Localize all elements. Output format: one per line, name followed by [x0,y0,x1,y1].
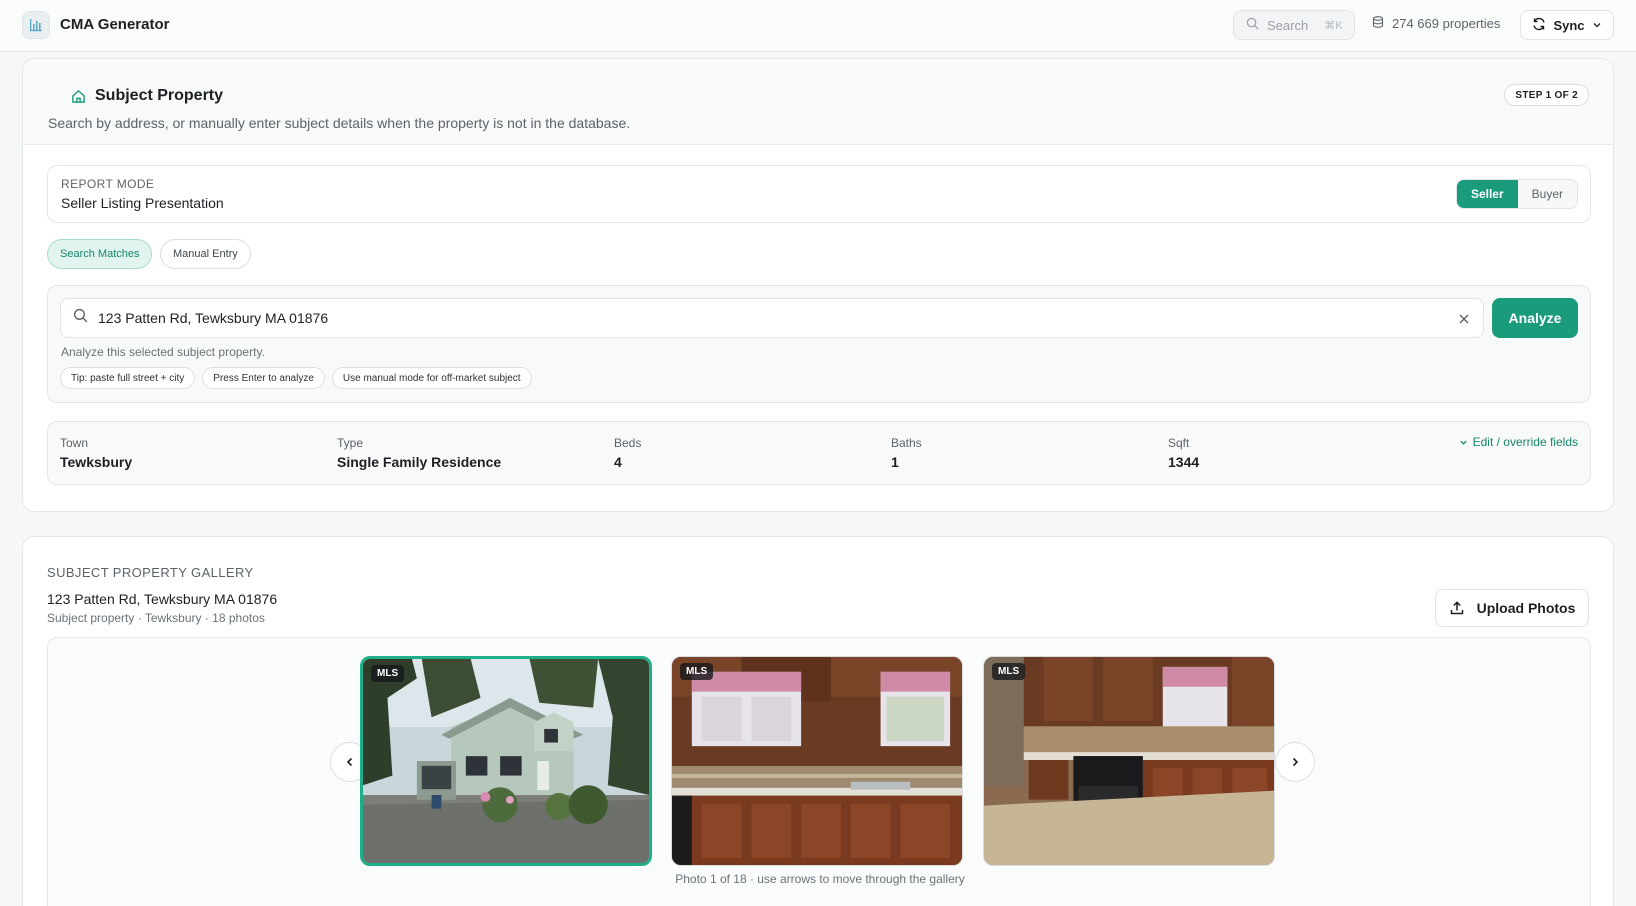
gallery-title: SUBJECT PROPERTY GALLERY [47,565,254,580]
kitchen-image [672,657,962,865]
search-shortcut: ⌘K [1324,19,1343,32]
step-badge: STEP 1 OF 2 [1504,84,1589,106]
fact-label: Sqft [1168,436,1190,450]
tip-chip: Use manual mode for off-market subject [331,367,532,389]
property-count: 274 669 properties [1372,16,1500,31]
report-mode-box: REPORT MODE Seller Listing Presentation … [47,165,1591,223]
fact-value: 1 [891,454,899,470]
top-bar: CMA Generator Search ⌘K 274 669 properti… [0,0,1636,52]
gallery-subtitle: Subject property · Tewksbury · 18 photos [47,611,265,625]
photo-carousel: MLS MLS MLS Photo 1 of 18 · use arrows t… [47,637,1591,906]
fact-sqft: Sqft 1344 [1168,436,1199,470]
chevron-left-icon [346,757,353,767]
search-icon [73,308,88,328]
fact-value: 1344 [1168,454,1200,470]
tab-manual-entry[interactable]: Manual Entry [160,239,251,269]
property-facts: Town Tewksbury Type Single Family Reside… [47,421,1591,485]
fact-value: Single Family Residence [337,454,502,470]
seller-mode-button[interactable]: Seller [1456,180,1518,208]
fact-town: Town Tewksbury [60,436,132,470]
fact-value: Tewksbury [60,454,133,470]
gallery-caption: Photo 1 of 18 · use arrows to move throu… [675,872,965,886]
next-photo-button[interactable] [1275,742,1315,782]
chevron-down-icon [1592,18,1602,33]
mode-toggle: Seller Buyer [1455,179,1578,209]
gallery-photo-exterior[interactable]: MLS [360,656,652,866]
refresh-icon [1532,17,1546,34]
upload-photos-button[interactable]: Upload Photos [1435,589,1589,627]
report-mode-label: REPORT MODE [61,177,155,191]
gallery-photo-kitchen[interactable]: MLS [671,656,963,866]
subject-property-description: Search by address, or manually enter sub… [48,115,631,131]
fact-type: Type Single Family Residence [337,436,501,470]
fact-label: Town [60,436,89,450]
analyze-button[interactable]: Analyze [1492,298,1578,338]
tip-chips: Tip: paste full street + city Press Ente… [60,367,532,389]
tip-chip: Press Enter to analyze [202,367,325,389]
helper-text: Analyze this selected subject property. [61,345,265,359]
address-search-panel: 123 Patten Rd, Tewksbury MA 01876 Analyz… [47,285,1591,403]
search-placeholder: Search [1267,17,1309,33]
buyer-mode-button[interactable]: Buyer [1518,180,1577,208]
gallery-photo-kitchen-stove[interactable]: MLS [983,656,1275,866]
database-icon [1372,16,1384,31]
fact-baths: Baths 1 [891,436,922,470]
gallery-card: SUBJECT PROPERTY GALLERY 123 Patten Rd, … [22,536,1614,906]
property-count-text: 274 669 properties [1392,16,1501,31]
close-icon[interactable] [1455,310,1473,328]
global-search[interactable]: Search ⌘K [1233,10,1355,40]
chevron-right-icon [1292,757,1299,767]
upload-photos-label: Upload Photos [1476,600,1576,616]
sync-button[interactable]: Sync [1520,10,1614,40]
upload-icon [1450,601,1463,615]
tab-search-matches[interactable]: Search Matches [47,239,153,269]
fact-label: Beds [614,436,642,450]
fact-beds: Beds 4 [614,436,641,470]
edit-override-label: Edit / override fields [1472,435,1578,449]
report-mode-value: Seller Listing Presentation [61,195,224,211]
fact-label: Baths [891,436,922,450]
sync-label: Sync [1553,17,1585,33]
tip-chip: Tip: paste full street + city [60,367,196,389]
subject-property-header: Subject Property Search by address, or m… [23,59,1613,145]
fact-label: Type [337,436,364,450]
house-exterior-image [363,659,649,863]
fact-value: 4 [614,454,622,470]
chart-logo-icon [22,11,50,39]
subject-property-heading: Subject Property [95,87,224,104]
subject-property-title: Subject Property [71,87,223,105]
gallery-address: 123 Patten Rd, Tewksbury MA 01876 [47,591,278,607]
chevron-down-icon [1459,440,1467,445]
mls-tag: MLS [371,665,405,682]
address-search-input[interactable]: 123 Patten Rd, Tewksbury MA 01876 [60,298,1484,338]
address-search-value: 123 Patten Rd, Tewksbury MA 01876 [98,310,329,326]
subject-property-card: Subject Property Search by address, or m… [22,58,1614,512]
search-icon [1246,17,1259,33]
mls-tag: MLS [680,663,714,680]
mls-tag: MLS [992,663,1026,680]
home-icon [72,89,85,103]
app-title: CMA Generator [60,16,170,33]
kitchen-stove-image [984,657,1274,865]
edit-override-link[interactable]: Edit / override fields [1459,435,1578,449]
